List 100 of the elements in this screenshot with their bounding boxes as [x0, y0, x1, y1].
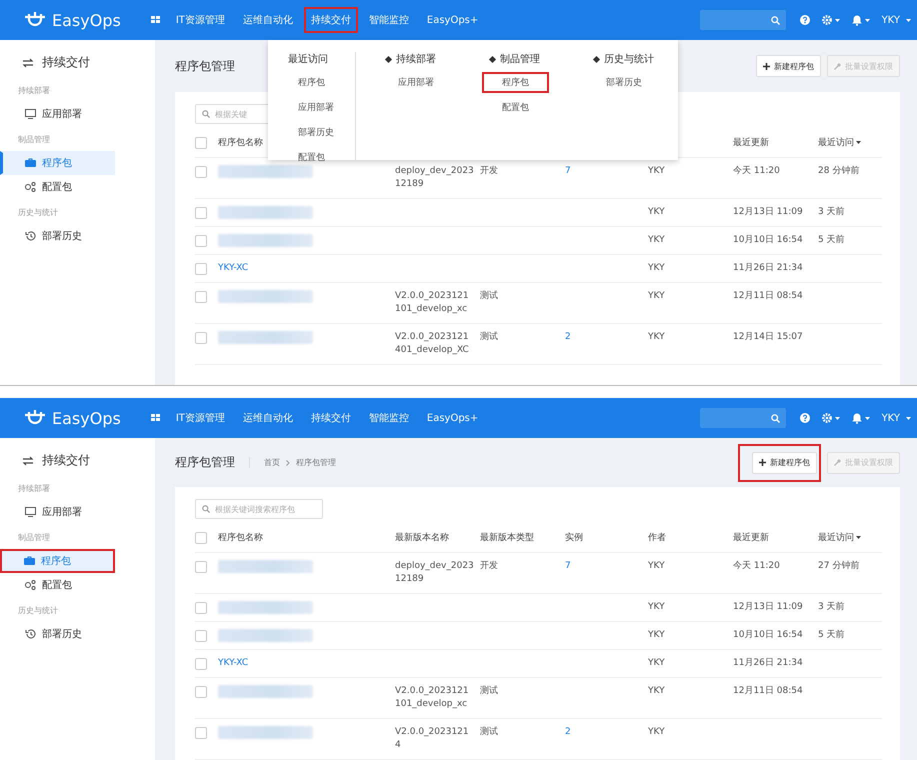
checkbox[interactable] — [195, 727, 207, 739]
menu-item[interactable]: 程序包 — [482, 72, 549, 93]
plus-icon — [763, 62, 770, 70]
menu-item[interactable]: 部署历史 — [288, 122, 341, 143]
menu-item[interactable]: 部署历史 — [594, 72, 649, 93]
nav-item[interactable]: 运维自动化 — [236, 7, 300, 33]
column-header[interactable]: 最近更新 — [733, 531, 769, 544]
checkbox[interactable] — [195, 291, 207, 303]
column-header[interactable]: 程序包名称 — [218, 531, 263, 544]
sort-icon[interactable] — [856, 141, 861, 144]
caret-icon — [834, 416, 840, 420]
checkbox[interactable] — [195, 532, 207, 544]
history-icon — [25, 629, 36, 639]
column-header[interactable]: 最近访问 — [818, 531, 854, 544]
menu-item[interactable]: 配置包 — [288, 147, 332, 168]
caret-icon — [834, 18, 840, 22]
breadcrumb-item[interactable]: 首页 — [264, 457, 280, 468]
menu-item[interactable]: 配置包 — [490, 97, 536, 118]
sidebar-section-label: 制品管理 — [17, 532, 51, 543]
grid-icon[interactable] — [150, 16, 161, 24]
bell-icon[interactable] — [852, 412, 862, 424]
column-header[interactable]: 最新版本名称 — [395, 531, 449, 544]
package-link[interactable]: YKY-XC — [218, 263, 248, 273]
column-header[interactable]: 程序包名称 — [218, 136, 263, 149]
column-header[interactable]: 作者 — [648, 531, 666, 544]
table-cell: deploy_dev_202312189 — [395, 166, 474, 189]
sidebar-item[interactable]: 配置包 — [0, 573, 115, 597]
checkbox[interactable] — [195, 658, 207, 670]
help-icon[interactable] — [800, 413, 810, 423]
checkbox[interactable] — [195, 630, 207, 642]
nav-item[interactable]: 智能监控 — [362, 7, 416, 33]
table-cell: 12月13日 11:09 — [733, 207, 803, 217]
sidebar-section-label: 制品管理 — [17, 134, 51, 145]
logo-text: EasyOps — [52, 10, 121, 30]
menu-item[interactable]: 程序包 — [288, 72, 332, 93]
checkbox[interactable] — [195, 137, 207, 149]
grid-icon[interactable] — [150, 414, 161, 422]
table-cell: YKY — [648, 602, 665, 612]
user-menu[interactable]: YKY — [882, 14, 900, 26]
menu-item[interactable]: 应用部署 — [386, 72, 441, 93]
column-header[interactable]: 实例 — [565, 531, 583, 544]
checkbox[interactable] — [195, 686, 207, 698]
sidebar-item[interactable]: 程序包 — [0, 151, 115, 175]
column-header[interactable]: 最新版本类型 — [480, 531, 534, 544]
settings-icon[interactable] — [822, 15, 832, 25]
table-cell: V2.0.0_2023121401_develop_XC — [395, 332, 469, 355]
table-cell: 测试 — [480, 686, 498, 696]
instance-count-link[interactable]: 7 — [565, 166, 571, 176]
menu-group-title: 制品管理 — [500, 52, 540, 66]
table-cell: 今天 11:20 — [733, 561, 780, 571]
checkbox[interactable] — [195, 263, 207, 275]
new-package-button[interactable]: 新建程序包 — [756, 55, 821, 77]
sidebar-item[interactable]: 应用部署 — [0, 500, 115, 524]
table-cell: 12月11日 08:54 — [733, 686, 803, 696]
instance-count-link[interactable]: 7 — [565, 561, 571, 571]
plus-icon — [759, 459, 766, 466]
nav-item[interactable]: 持续交付 — [304, 7, 358, 33]
nav-item[interactable]: IT资源管理 — [168, 405, 232, 431]
sidebar-item[interactable]: 部署历史 — [0, 224, 115, 248]
search-field[interactable] — [700, 408, 786, 428]
bell-icon[interactable] — [852, 14, 862, 26]
user-menu[interactable]: YKY — [882, 412, 900, 424]
instance-count-link[interactable]: 2 — [565, 332, 571, 342]
package-link[interactable]: YKY-XC — [218, 658, 248, 668]
settings-icon[interactable] — [822, 413, 832, 423]
table-cell: 5 天前 — [818, 630, 845, 640]
table-cell: YKY — [648, 207, 665, 217]
sidebar-item[interactable]: 程序包 — [0, 549, 115, 573]
nav-item[interactable]: EasyOps+ — [420, 406, 486, 430]
column-header[interactable]: 最近更新 — [733, 136, 769, 149]
checkbox[interactable] — [195, 235, 207, 247]
table-cell: 12月14日 15:07 — [733, 332, 803, 342]
nav-item[interactable]: 运维自动化 — [236, 405, 300, 431]
sidebar-item[interactable]: 应用部署 — [0, 102, 115, 126]
table-cell: 今天 11:20 — [733, 166, 780, 176]
checkbox[interactable] — [195, 332, 207, 344]
checkbox[interactable] — [195, 207, 207, 219]
menu-group-title: 最近访问 — [288, 52, 328, 66]
sort-icon[interactable] — [856, 536, 861, 539]
monitor-icon — [25, 109, 36, 119]
sidebar-title: 持续交付 — [42, 54, 90, 71]
instance-count-link[interactable]: 2 — [565, 727, 571, 737]
nav-item[interactable]: 持续交付 — [304, 405, 358, 431]
column-header[interactable]: 最近访问 — [818, 136, 854, 149]
checkbox[interactable] — [195, 561, 207, 573]
checkbox[interactable] — [195, 602, 207, 614]
checkbox[interactable] — [195, 166, 207, 178]
table-cell: 10月10日 16:54 — [733, 630, 803, 640]
search-placeholder: 根据关键词搜索程序包 — [215, 504, 295, 514]
help-icon[interactable] — [800, 15, 810, 25]
search-field[interactable] — [700, 10, 786, 30]
sidebar-item[interactable]: 配置包 — [0, 175, 115, 199]
key-icon — [834, 62, 841, 70]
new-package-button[interactable]: 新建程序包 — [752, 452, 817, 474]
sidebar-item[interactable]: 部署历史 — [0, 622, 115, 646]
nav-item[interactable]: 智能监控 — [362, 405, 416, 431]
table-cell: 3 天前 — [818, 602, 845, 612]
history-icon — [25, 231, 36, 241]
nav-item[interactable]: EasyOps+ — [420, 8, 486, 32]
nav-item[interactable]: IT资源管理 — [168, 7, 232, 33]
